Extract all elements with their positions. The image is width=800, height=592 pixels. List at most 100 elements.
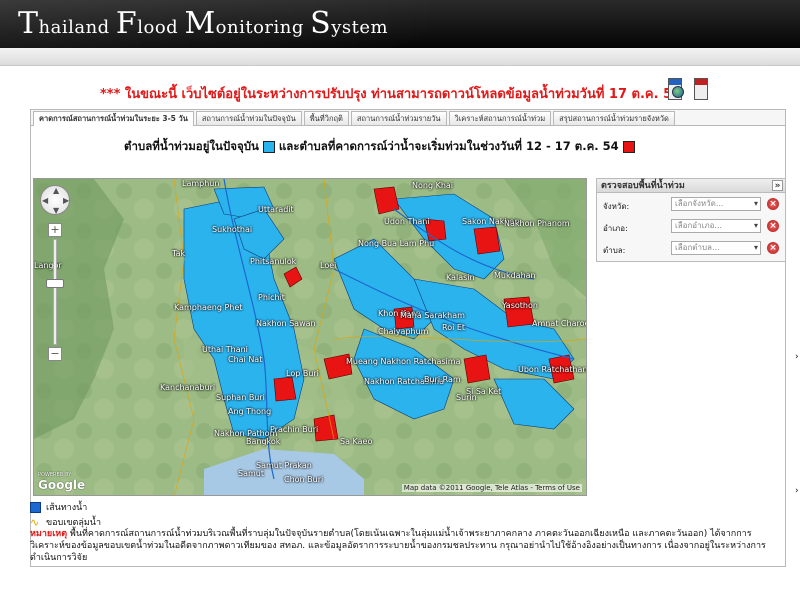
- map-place-label: Prachin Buri: [270, 425, 319, 434]
- map-place-label: Bangkok: [246, 437, 281, 446]
- map-place-label: Mukdahan: [494, 271, 536, 280]
- pan-up-icon: ▲: [53, 186, 60, 195]
- tab-current[interactable]: สถานการณ์น้ำท่วมในปัจจุบัน: [195, 111, 302, 125]
- tab-bar: คาดการณ์สถานการณ์น้ำท่วมในระยะ 3-5 วัน ส…: [31, 110, 785, 126]
- title-rest-3: onitoring: [215, 17, 311, 38]
- clear-province-icon[interactable]: ×: [767, 198, 779, 210]
- globe-icon[interactable]: [672, 86, 684, 98]
- site-header: Thailand Flood Monitoring System: [0, 0, 800, 48]
- map-place-label: Udon Thani: [384, 217, 430, 226]
- forecast-area-7: [463, 354, 491, 384]
- district-row: อำเภอ: เลือกอำเภอ... ×: [597, 217, 785, 237]
- tab-analysis[interactable]: วิเคราะห์สถานการณ์น้ำท่วม: [448, 111, 552, 125]
- legend-river: เส้นทางน้ำ: [30, 500, 87, 514]
- flood-map[interactable]: Lamphun Nong Khai Udon Thani Sakon Nakhon Na…: [33, 178, 587, 496]
- pan-down-icon: ▼: [53, 206, 60, 215]
- legend-forecast-label: และตำบลที่คาดการณ์ว่าน้ำจะเริ่มท่วมในช่ว…: [278, 139, 619, 153]
- map-place-label: Sukhothai: [212, 225, 253, 234]
- clear-district-icon[interactable]: ×: [767, 220, 779, 232]
- title-rest-4: ystem: [331, 17, 389, 38]
- district-label: อำเภอ:: [603, 224, 628, 233]
- map-place-label: Roi Et: [442, 323, 466, 332]
- title-cap-2: F: [115, 6, 138, 41]
- google-logo[interactable]: POWERED BY Google: [38, 472, 85, 492]
- map-place-label: Yasothon: [502, 301, 538, 310]
- side-mark-1: ›: [795, 352, 799, 362]
- district-select[interactable]: เลือกอำเภอ...: [671, 219, 761, 233]
- legend-current-label: ตำบลที่น้ำท่วมอยู่ในปัจจุบัน: [124, 139, 259, 153]
- legend-forecast-swatch: [622, 141, 635, 153]
- map-place-label: Samut: [238, 469, 264, 478]
- google-label: Google: [38, 478, 86, 492]
- zoom-in-button[interactable]: +: [48, 223, 62, 237]
- map-legend-title: ตำบลที่น้ำท่วมอยู่ในปัจจุบัน และตำบลที่ค…: [124, 138, 635, 156]
- map-place-label: Kanchanaburi: [160, 383, 216, 392]
- map-place-label: Phitsanulok: [250, 257, 297, 266]
- map-place-label: Chaiyaphum: [378, 327, 429, 336]
- maintenance-notice: *** ในขณะนี้ เว็บไซต์อยู่ในระหว่างการปรั…: [100, 87, 670, 102]
- map-place-label: Kalasin: [446, 273, 475, 282]
- tab-daily[interactable]: สถานการณ์น้ำท่วมรายวัน: [350, 111, 447, 125]
- collapse-panel-icon[interactable]: »: [772, 180, 783, 191]
- title-rest-1: hailand: [38, 17, 116, 38]
- basin-label: ขอบเขตลุ่มน้ำ: [46, 518, 101, 528]
- title-cap-4: S: [310, 6, 332, 41]
- zoom-slider-track[interactable]: [53, 239, 57, 345]
- tab-critical[interactable]: พื้นที่วิกฤติ: [303, 111, 349, 125]
- subdistrict-row: ตำบล: เลือกตำบล... ×: [597, 239, 785, 259]
- app-title[interactable]: Thailand Flood Monitoring System: [18, 6, 388, 41]
- map-place-label: Nong Khai: [412, 181, 454, 190]
- zoom-out-button[interactable]: −: [48, 347, 62, 361]
- map-place-label: Phichit: [258, 293, 285, 302]
- map-place-label: Surin: [456, 393, 477, 402]
- map-place-label: Langor: [34, 261, 62, 270]
- province-select[interactable]: เลือกจังหวัด...: [671, 197, 761, 211]
- province-label: จังหวัด:: [603, 202, 630, 211]
- zoom-slider-handle[interactable]: [46, 279, 64, 288]
- subdistrict-select[interactable]: เลือกตำบล...: [671, 241, 761, 255]
- map-place-label: Nong Bua Lam Phu: [358, 239, 435, 248]
- clear-subdistrict-icon[interactable]: ×: [767, 242, 779, 254]
- river-swatch: [30, 502, 41, 513]
- legend-current-swatch: [262, 141, 275, 153]
- remark-note: หมายเหตุ พื้นที่คาดการณ์สถานการณ์น้ำท่วม…: [30, 528, 782, 564]
- river-label: เส้นทางน้ำ: [46, 503, 88, 513]
- map-place-label: Chai Nat: [228, 355, 263, 364]
- main-panel: คาดการณ์สถานการณ์น้ำท่วมในระยะ 3-5 วัน ส…: [30, 109, 786, 567]
- province-row: จังหวัด: เลือกจังหวัด... ×: [597, 195, 785, 215]
- map-place-label: Tak: [172, 249, 186, 258]
- remark-text: พื้นที่คาดการณ์สถานการณ์น้ำท่วมบริเวณพื้…: [30, 529, 766, 563]
- download-icons: [666, 78, 712, 104]
- pan-left-icon: ◀: [42, 196, 49, 205]
- map-place-label: Loei: [320, 261, 337, 270]
- tab-forecast[interactable]: คาดการณ์สถานการณ์น้ำท่วมในระยะ 3-5 วัน: [33, 111, 194, 126]
- title-rest-2: lood: [137, 17, 185, 38]
- pdf-download-icon[interactable]: [694, 78, 708, 100]
- map-place-label: Buri Ram: [424, 375, 461, 384]
- search-panel-title: ตรวจสอบพื้นที่น้ำท่วม: [601, 181, 685, 191]
- subdistrict-label: ตำบล:: [603, 246, 626, 255]
- map-place-label: Mueang Nakhon Ratchasima: [346, 357, 461, 366]
- map-place-label: Ang Thong: [228, 407, 272, 416]
- map-pan-control[interactable]: ▲ ▼ ◀ ▶: [40, 185, 70, 215]
- map-place-label: Nakhon Sawan: [256, 319, 316, 328]
- map-place-label: Nakhon Phanom: [504, 219, 570, 228]
- pan-right-icon: ▶: [63, 196, 70, 205]
- map-attribution[interactable]: Map data ©2011 Google, Tele Atlas - Term…: [401, 484, 582, 492]
- map-place-label: Samut Prakan: [256, 461, 312, 470]
- header-subbar: [0, 48, 800, 66]
- tab-province-summary[interactable]: สรุปสถานการณ์น้ำท่วมรายจังหวัด: [553, 111, 675, 125]
- legend-basin: ∿ ขอบเขตลุ่มน้ำ: [30, 515, 101, 529]
- map-place-label: Uttaradit: [258, 205, 294, 214]
- map-place-label: Ubon Ratchathani: [518, 365, 587, 374]
- map-place-label: Kamphaeng Phet: [174, 303, 243, 312]
- map-place-label: Sa Kaeo: [340, 437, 373, 446]
- title-cap-1: T: [18, 6, 39, 41]
- map-place-label: Lop Buri: [286, 369, 319, 378]
- map-place-label: Suphan Buri: [216, 393, 265, 402]
- forecast-area-10: [273, 376, 297, 402]
- search-panel-header: ตรวจสอบพื้นที่น้ำท่วม »: [597, 179, 785, 193]
- side-mark-2: ›: [795, 486, 799, 496]
- basin-boundary-icon: ∿: [30, 516, 40, 529]
- map-place-label: Chon Buri: [284, 475, 324, 484]
